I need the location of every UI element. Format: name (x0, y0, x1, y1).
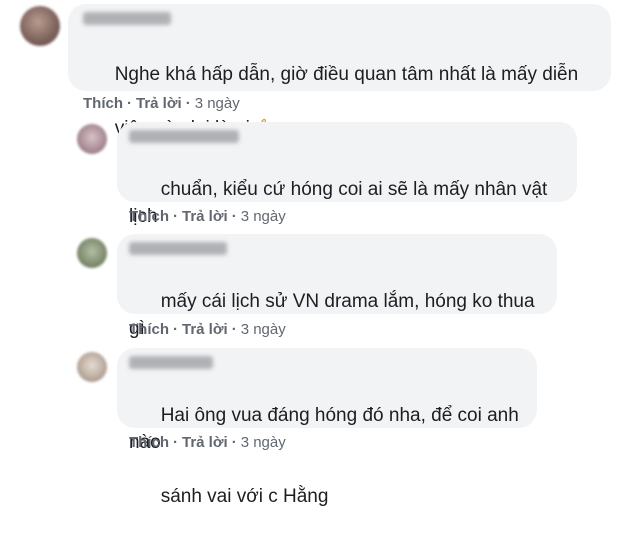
like-link[interactable]: Thích (129, 434, 169, 451)
thumbs-up-icon (253, 117, 273, 144)
separator: · (231, 208, 237, 225)
comment: Nghe khá hấp dẫn, giờ điều quan tâm nhất… (0, 0, 620, 139)
comment-text-line-2: phim Tàu (160, 372, 240, 393)
comment-bubble: mấy cái lịch sử VN drama lắm, hóng ko th… (117, 234, 557, 393)
comment-text: mấy cái lịch sử VN drama lắm, hóng ko th… (129, 261, 549, 423)
separator: · (173, 434, 178, 451)
comment-text: Hai ông vua đáng hóng đó nha, để coi anh… (129, 375, 529, 537)
comment-text-line-2: viên còn lại là ai (114, 118, 250, 139)
comment-actions: Thích · Trả lời · 3 ngày (129, 208, 286, 225)
separator: · (231, 434, 237, 451)
comment-text: chuẩn, kiểu cứ hóng coi ai sẽ là mấy nhâ… (129, 149, 569, 311)
reply-link[interactable]: Trả lời (182, 321, 228, 338)
comment-actions: Thích · Trả lời · 3 ngày (129, 434, 286, 451)
timestamp[interactable]: 3 ngày (195, 95, 240, 112)
timestamp[interactable]: 3 ngày (241, 208, 286, 225)
author-name[interactable] (83, 12, 171, 25)
timestamp[interactable]: 3 ngày (241, 434, 286, 451)
comment-actions: Thích · Trả lời · 3 ngày (83, 95, 240, 112)
comment-bubble: Hai ông vua đáng hóng đó nha, để coi anh… (117, 348, 537, 507)
separator: · (173, 321, 178, 338)
comment-text-line-1: Nghe khá hấp dẫn, giờ điều quan tâm nhất… (114, 64, 579, 85)
reply-link[interactable]: Trả lời (136, 95, 182, 112)
author-name[interactable] (129, 242, 227, 255)
separator: · (185, 95, 191, 112)
separator: · (127, 95, 132, 112)
comment-bubble: Nghe khá hấp dẫn, giờ điều quan tâm nhất… (68, 4, 611, 139)
comment-text-line-2: sử ah :)) (160, 260, 233, 281)
like-link[interactable]: Thích (129, 321, 169, 338)
separator: · (231, 321, 237, 338)
avatar[interactable] (77, 238, 107, 268)
author-name[interactable] (129, 356, 213, 369)
like-link[interactable]: Thích (83, 95, 123, 112)
comment-text-line-2: sánh vai với c Hằng (160, 486, 329, 507)
comment-actions: Thích · Trả lời · 3 ngày (129, 321, 286, 338)
reply-link[interactable]: Trả lời (182, 434, 228, 451)
avatar[interactable] (77, 124, 107, 154)
avatar[interactable] (20, 6, 60, 46)
timestamp[interactable]: 3 ngày (241, 321, 286, 338)
like-link[interactable]: Thích (129, 208, 169, 225)
avatar[interactable] (77, 352, 107, 382)
reply-link[interactable]: Trả lời (182, 208, 228, 225)
separator: · (173, 208, 178, 225)
